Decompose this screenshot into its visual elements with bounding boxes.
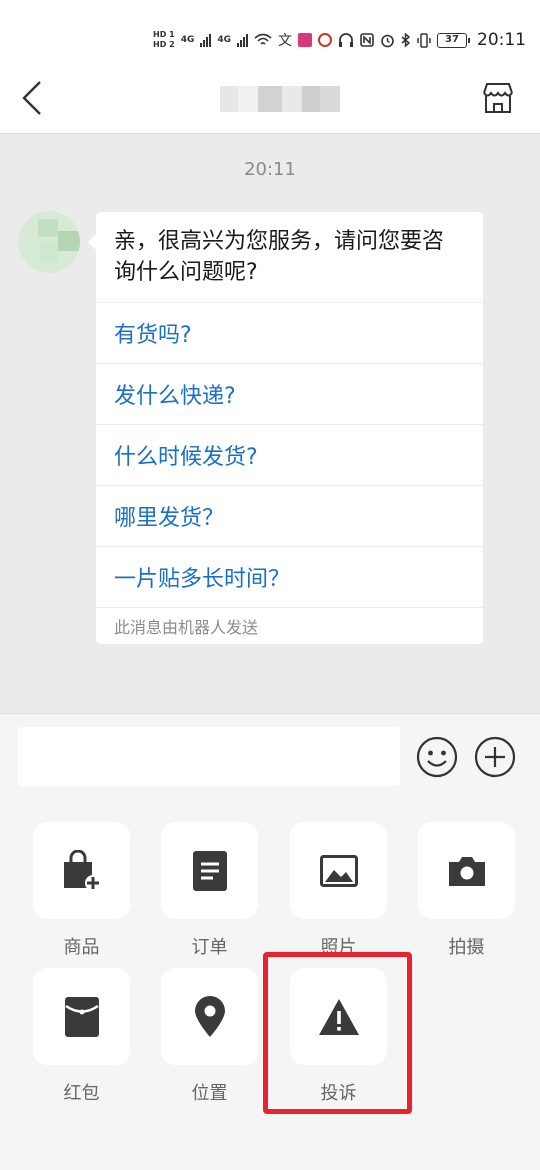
warning-triangle-icon <box>318 998 359 1035</box>
tool-product-label: 商品 <box>63 937 100 958</box>
tool-red-envelope-tile[interactable] <box>33 968 130 1065</box>
hd2-label: HD 2 <box>153 40 175 49</box>
status-time: 20:11 <box>477 30 526 50</box>
hd-indicator: HD 1 HD 2 <box>153 30 175 50</box>
tool-order-tile[interactable] <box>161 822 258 919</box>
network-type-2: 4G <box>217 35 231 45</box>
shop-title-blurred <box>220 86 340 112</box>
smiley-icon <box>416 736 458 778</box>
tool-location-tile[interactable] <box>161 968 258 1065</box>
message-input[interactable] <box>18 727 400 786</box>
status-bar: HD 1 HD 2 4G 4G 文 37 20:11 <box>0 0 540 62</box>
tool-camera-label: 拍摄 <box>448 937 485 958</box>
tool-camera[interactable]: 拍摄 <box>418 822 515 959</box>
camera-icon <box>448 856 485 886</box>
tools-panel: 商品 订单 照片 拍摄 红包 位置 投诉 <box>0 793 540 1170</box>
vibrate-icon <box>417 32 431 48</box>
network-type-1: 4G <box>180 35 195 45</box>
nfc-icon <box>360 33 374 47</box>
tool-red-envelope-label: 红包 <box>63 1083 100 1104</box>
red-envelope-icon <box>64 996 99 1037</box>
tool-order[interactable]: 订单 <box>161 822 258 959</box>
quick-question-4[interactable]: 一片贴多长时间？ <box>96 547 483 608</box>
plus-button[interactable] <box>474 736 516 778</box>
emoji-button[interactable] <box>416 736 458 778</box>
greeting-text: 亲，很高兴为您服务，请问您要咨询什么问题呢? <box>96 212 483 303</box>
tool-location-label: 位置 <box>191 1083 228 1104</box>
bluetooth-icon <box>401 32 411 48</box>
tool-product-tile[interactable] <box>33 822 130 919</box>
avatar[interactable] <box>18 211 80 273</box>
tool-order-label: 订单 <box>191 937 228 958</box>
nav-bar <box>0 62 540 134</box>
back-button[interactable] <box>12 74 52 122</box>
hd1-label: HD 1 <box>153 30 175 39</box>
tv-app-icon <box>298 33 312 47</box>
tool-camera-tile[interactable] <box>418 822 515 919</box>
translate-icon: 文 <box>278 33 292 49</box>
plus-circle-icon <box>474 736 516 778</box>
tool-photo-label: 照片 <box>320 937 357 958</box>
quick-question-2[interactable]: 什么时候发货? <box>96 425 483 486</box>
order-document-icon <box>192 850 227 891</box>
chevron-left-icon <box>22 81 41 115</box>
input-bar <box>0 713 540 793</box>
shopping-bag-plus-icon <box>63 849 101 891</box>
chat-screen: HD 1 HD 2 4G 4G 文 37 20:11 20:11 亲，很高兴为您… <box>0 0 540 1170</box>
photo-icon <box>319 854 358 887</box>
status-icons: HD 1 HD 2 4G 4G 文 37 20:11 <box>153 22 526 58</box>
tool-complaint-label: 投诉 <box>320 1083 357 1104</box>
storefront-icon <box>483 83 513 113</box>
tool-photo[interactable]: 照片 <box>290 822 387 959</box>
message-timestamp: 20:11 <box>244 159 296 180</box>
tool-photo-tile[interactable] <box>290 822 387 919</box>
tool-red-envelope[interactable]: 红包 <box>33 968 130 1105</box>
alarm-icon <box>381 34 394 47</box>
battery-icon: 37 <box>437 32 470 48</box>
quick-question-0[interactable]: 有货吗? <box>96 303 483 364</box>
bot-message-bubble: 亲，很高兴为您服务，请问您要咨询什么问题呢? 有货吗? 发什么快递? 什么时候发… <box>88 212 483 644</box>
tool-product[interactable]: 商品 <box>33 822 130 959</box>
signal-1-icon <box>200 33 212 47</box>
chat-area[interactable]: 20:11 亲，很高兴为您服务，请问您要咨询什么问题呢? 有货吗? 发什么快递?… <box>0 135 540 713</box>
5g-app-icon <box>318 33 332 47</box>
location-pin-icon <box>194 995 225 1037</box>
quick-question-3[interactable]: 哪里发货？ <box>96 486 483 547</box>
headphones-icon <box>339 33 353 47</box>
tool-location[interactable]: 位置 <box>161 968 258 1105</box>
bot-notice: 此消息由机器人发送 <box>114 618 259 637</box>
signal-2-icon <box>237 33 248 47</box>
quick-question-1[interactable]: 发什么快递? <box>96 364 483 425</box>
wifi-icon <box>254 33 272 45</box>
tool-complaint[interactable]: 投诉 <box>290 968 387 1105</box>
tool-complaint-tile[interactable] <box>290 968 387 1065</box>
store-button[interactable] <box>478 78 518 118</box>
